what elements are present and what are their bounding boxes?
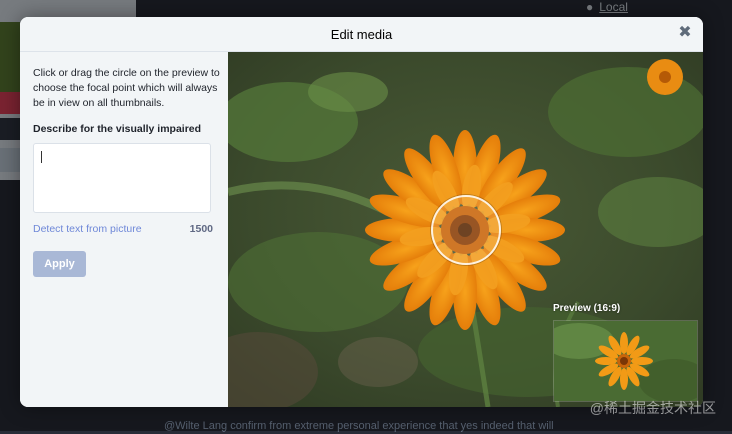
modal-header: Edit media ✖ xyxy=(20,17,703,52)
modal-title: Edit media xyxy=(330,26,393,42)
focal-point-hint: Click or drag the circle on the preview … xyxy=(33,67,220,109)
media-side-panel: Click or drag the circle on the preview … xyxy=(20,52,229,407)
preview-image xyxy=(554,321,697,401)
preview-thumbnail xyxy=(553,320,698,402)
close-icon[interactable]: ✖ xyxy=(677,25,693,41)
focal-point-editor[interactable]: Preview (16:9) xyxy=(228,52,703,407)
edit-media-modal: Edit media ✖ Click or drag the circle on… xyxy=(20,17,703,407)
character-counter: 1500 xyxy=(189,223,213,235)
apply-button[interactable]: Apply xyxy=(33,251,86,277)
description-label: Describe for the visually impaired xyxy=(33,123,202,135)
watermark-text: @稀土掘金技术社区 xyxy=(589,400,716,416)
detect-text-link[interactable]: Detect text from picture xyxy=(33,223,142,235)
description-textarea[interactable] xyxy=(33,143,211,213)
text-caret xyxy=(41,151,42,163)
focal-point-handle[interactable] xyxy=(431,195,501,265)
preview-label: Preview (16:9) xyxy=(553,303,621,314)
